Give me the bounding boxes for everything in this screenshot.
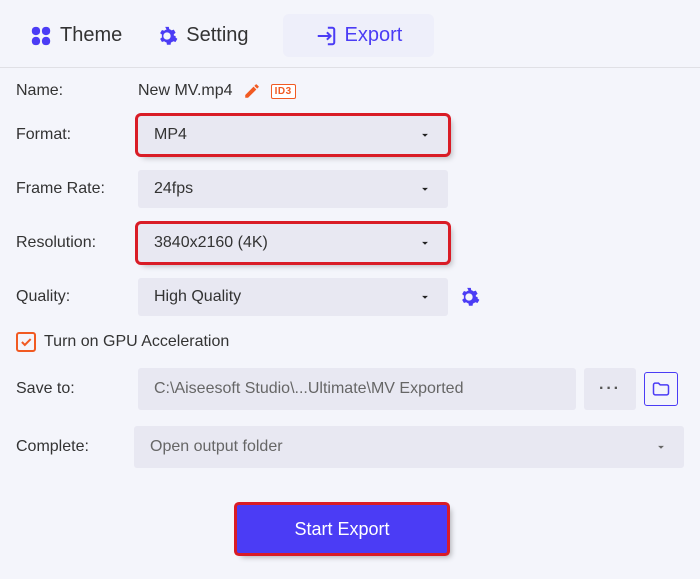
name-label: Name: bbox=[16, 82, 138, 100]
chevron-down-icon bbox=[654, 440, 668, 454]
format-select-value: MP4 bbox=[154, 126, 187, 144]
folder-icon bbox=[651, 379, 671, 399]
chevron-down-icon bbox=[418, 182, 432, 196]
format-select[interactable]: MP4 bbox=[138, 116, 448, 154]
export-form: Name: New MV.mp4 ID3 Format: MP4 Frame R… bbox=[0, 68, 700, 468]
resolution-select-value: 3840x2160 (4K) bbox=[154, 234, 268, 252]
saveto-path[interactable]: C:\Aiseesoft Studio\...Ultimate\MV Expor… bbox=[138, 368, 576, 410]
framerate-select-value: 24fps bbox=[154, 180, 193, 198]
edit-icon[interactable] bbox=[243, 82, 261, 100]
complete-label: Complete: bbox=[16, 438, 134, 456]
gear-icon bbox=[156, 25, 178, 47]
framerate-label: Frame Rate: bbox=[16, 180, 138, 198]
framerate-select[interactable]: 24fps bbox=[138, 170, 448, 208]
start-export-label: Start Export bbox=[294, 519, 389, 540]
quality-select[interactable]: High Quality bbox=[138, 278, 448, 316]
quality-label: Quality: bbox=[16, 288, 138, 306]
tab-export[interactable]: Export bbox=[283, 14, 435, 57]
complete-select-value: Open output folder bbox=[150, 438, 283, 456]
start-export-button[interactable]: Start Export bbox=[237, 505, 447, 553]
open-folder-button[interactable] bbox=[644, 372, 678, 406]
tab-export-label: Export bbox=[345, 24, 403, 47]
id3-badge[interactable]: ID3 bbox=[271, 84, 296, 99]
saveto-value: C:\Aiseesoft Studio\...Ultimate\MV Expor… bbox=[154, 380, 463, 398]
browse-button[interactable]: ··· bbox=[584, 368, 636, 410]
tab-theme-label: Theme bbox=[60, 24, 122, 47]
resolution-label: Resolution: bbox=[16, 234, 138, 252]
chevron-down-icon bbox=[418, 236, 432, 250]
saveto-label: Save to: bbox=[16, 380, 138, 398]
chevron-down-icon bbox=[418, 128, 432, 142]
tab-setting[interactable]: Setting bbox=[156, 24, 248, 47]
gpu-checkbox[interactable] bbox=[16, 332, 36, 352]
tab-theme[interactable]: Theme bbox=[30, 24, 122, 47]
grid-icon bbox=[30, 25, 52, 47]
export-icon bbox=[315, 25, 337, 47]
format-label: Format: bbox=[16, 126, 138, 144]
resolution-select[interactable]: 3840x2160 (4K) bbox=[138, 224, 448, 262]
quality-select-value: High Quality bbox=[154, 288, 241, 306]
gpu-label: Turn on GPU Acceleration bbox=[44, 333, 229, 351]
chevron-down-icon bbox=[418, 290, 432, 304]
name-value: New MV.mp4 bbox=[138, 82, 233, 100]
dots-icon: ··· bbox=[599, 380, 621, 398]
complete-select[interactable]: Open output folder bbox=[134, 426, 684, 468]
quality-settings-button[interactable] bbox=[458, 286, 480, 308]
tabs-bar: Theme Setting Export bbox=[0, 0, 700, 68]
tab-setting-label: Setting bbox=[186, 24, 248, 47]
